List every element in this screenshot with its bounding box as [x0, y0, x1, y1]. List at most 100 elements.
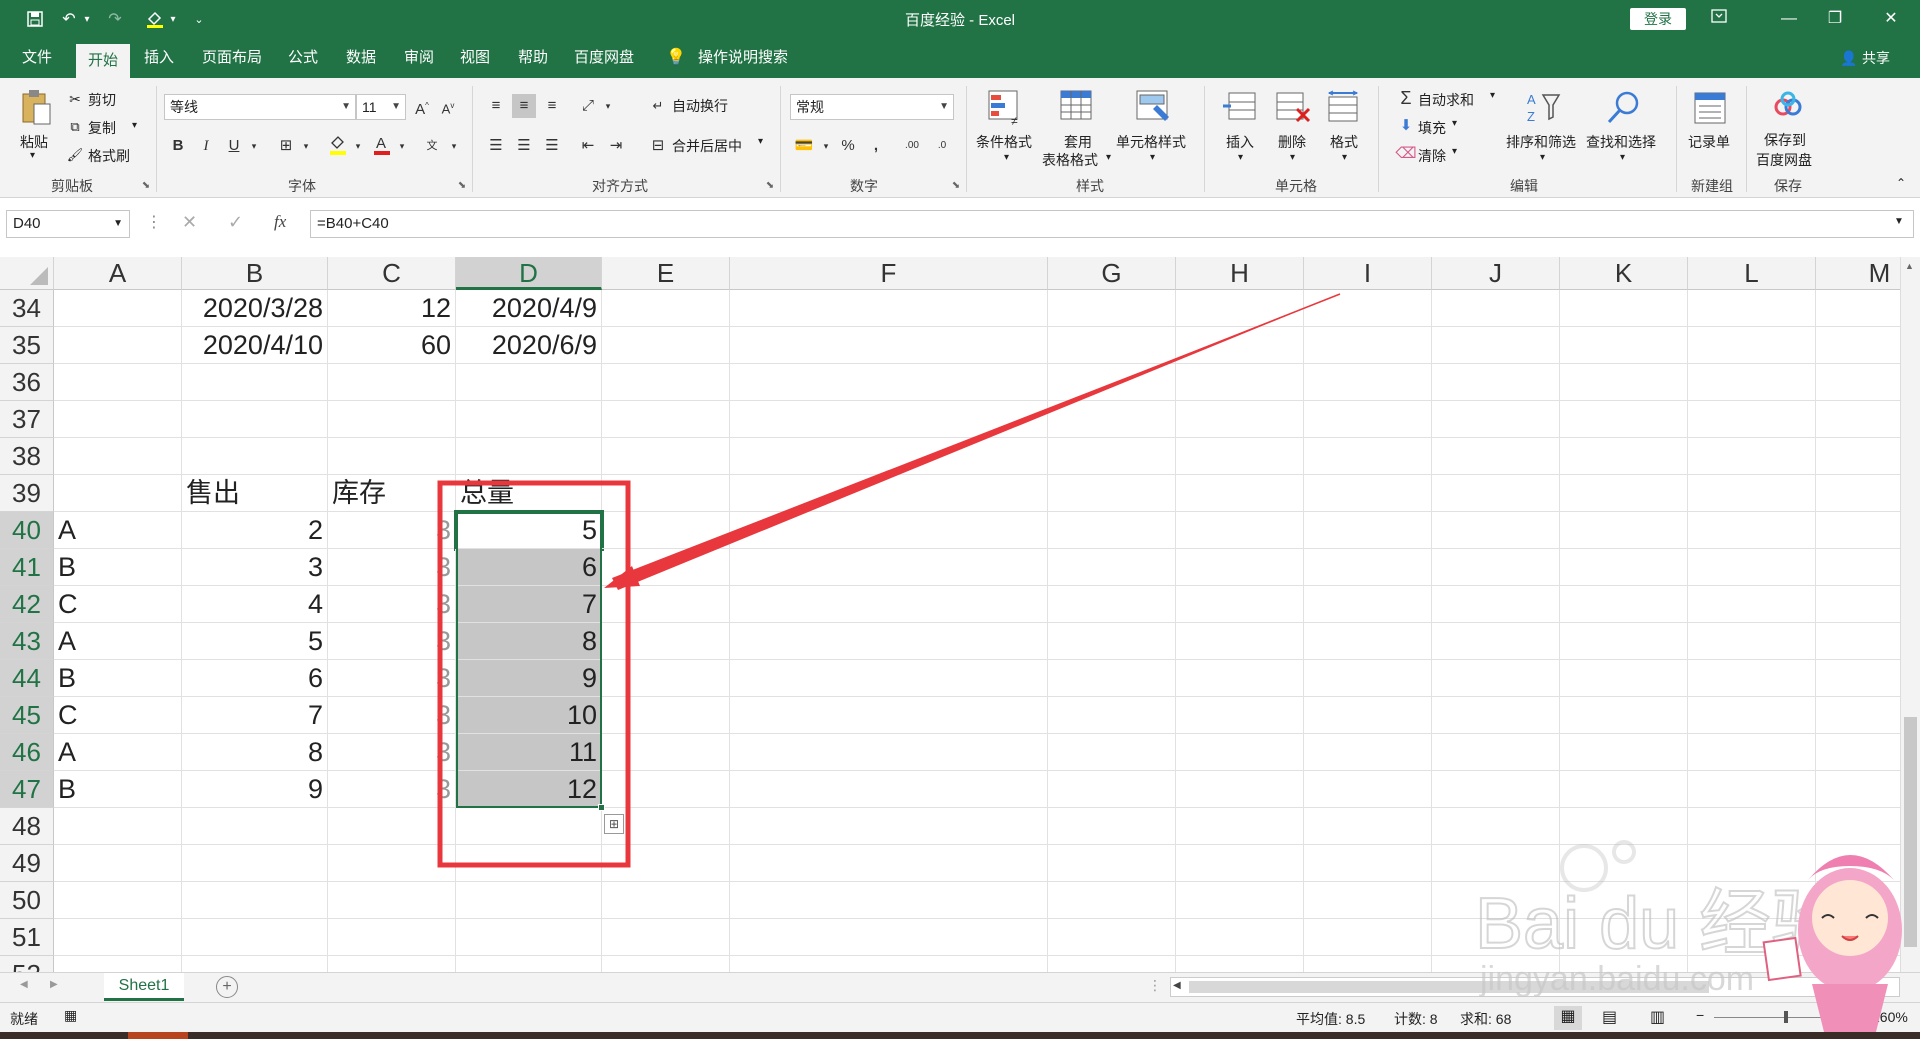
align-middle-icon[interactable]: ≡: [512, 94, 536, 118]
cell-d38[interactable]: [456, 438, 602, 475]
formula-input[interactable]: =B40+C40: [310, 210, 1914, 238]
cell-h41[interactable]: [1176, 549, 1304, 586]
row-header[interactable]: 43: [0, 623, 54, 660]
cell-e51[interactable]: [602, 919, 730, 956]
font-size-select[interactable]: 11 ▼: [356, 94, 406, 120]
cell-b40[interactable]: 2: [182, 512, 328, 549]
cell-b51[interactable]: [182, 919, 328, 956]
cell-d44[interactable]: 9: [456, 660, 602, 697]
cell-i49[interactable]: [1304, 845, 1432, 882]
cell-h51[interactable]: [1176, 919, 1304, 956]
close-icon[interactable]: ✕: [1876, 6, 1906, 32]
phonetic-dropdown-icon[interactable]: ▾: [442, 134, 466, 158]
minimize-icon[interactable]: —: [1774, 6, 1804, 32]
format-as-table-label-2[interactable]: 表格格式: [1042, 150, 1098, 170]
align-bottom-icon[interactable]: ≡: [540, 94, 564, 118]
cell-m50[interactable]: [1816, 882, 1900, 919]
cell-f52[interactable]: [730, 956, 1048, 972]
cell-h49[interactable]: [1176, 845, 1304, 882]
cell-b48[interactable]: [182, 808, 328, 845]
cell-e36[interactable]: [602, 364, 730, 401]
cell-d41[interactable]: 6: [456, 549, 602, 586]
tab-view[interactable]: 视图: [460, 38, 490, 78]
autosum-button[interactable]: 自动求和: [1418, 90, 1474, 110]
cell-k44[interactable]: [1560, 660, 1688, 697]
cell-g38[interactable]: [1048, 438, 1176, 475]
delete-cells-icon[interactable]: [1272, 88, 1312, 128]
cell-a38[interactable]: [54, 438, 182, 475]
cell-c35[interactable]: 60: [328, 327, 456, 364]
cell-l38[interactable]: [1688, 438, 1816, 475]
cell-f40[interactable]: [730, 512, 1048, 549]
cell-m34[interactable]: [1816, 290, 1900, 327]
fill-dropdown-icon[interactable]: ▾: [1452, 118, 1457, 129]
cell-c40[interactable]: 3: [328, 512, 456, 549]
column-header-d[interactable]: D: [456, 257, 602, 290]
row-header[interactable]: 45: [0, 697, 54, 734]
cell-m47[interactable]: [1816, 771, 1900, 808]
cell-h44[interactable]: [1176, 660, 1304, 697]
italic-icon[interactable]: I: [194, 134, 218, 158]
formula-options-icon[interactable]: ⋮: [146, 212, 162, 232]
decrease-decimal-icon[interactable]: .0: [930, 134, 954, 158]
cell-i41[interactable]: [1304, 549, 1432, 586]
row-header[interactable]: 48: [0, 808, 54, 845]
row-header[interactable]: 40: [0, 512, 54, 549]
cell-styles-icon[interactable]: [1134, 88, 1174, 128]
cell-m42[interactable]: [1816, 586, 1900, 623]
increase-font-icon[interactable]: A^: [410, 94, 434, 118]
column-header-f[interactable]: F: [730, 257, 1048, 290]
cell-e42[interactable]: [602, 586, 730, 623]
underline-dropdown-icon[interactable]: ▾: [242, 134, 266, 158]
cell-g43[interactable]: [1048, 623, 1176, 660]
spreadsheet-grid[interactable]: ABCDEFGHIJKLM 34 2020/3/28 12 2020/4/9 35 202…: [0, 257, 1900, 972]
orientation-dropdown-icon[interactable]: ▾: [596, 94, 620, 118]
cell-i52[interactable]: [1304, 956, 1432, 972]
cell-l44[interactable]: [1688, 660, 1816, 697]
cell-l36[interactable]: [1688, 364, 1816, 401]
cell-k45[interactable]: [1560, 697, 1688, 734]
column-header-j[interactable]: J: [1432, 257, 1560, 290]
cell-e52[interactable]: [602, 956, 730, 972]
cell-c49[interactable]: [328, 845, 456, 882]
cell-a50[interactable]: [54, 882, 182, 919]
row-header[interactable]: 38: [0, 438, 54, 475]
page-layout-view-icon[interactable]: ▤: [1602, 1007, 1617, 1027]
cell-b45[interactable]: 7: [182, 697, 328, 734]
cell-b41[interactable]: 3: [182, 549, 328, 586]
cell-f41[interactable]: [730, 549, 1048, 586]
cell-e44[interactable]: [602, 660, 730, 697]
delete-cells-button[interactable]: 删除: [1278, 132, 1306, 152]
cell-m49[interactable]: [1816, 845, 1900, 882]
cell-l39[interactable]: [1688, 475, 1816, 512]
autosum-icon[interactable]: Σ: [1394, 86, 1418, 110]
cell-m35[interactable]: [1816, 327, 1900, 364]
accounting-dropdown-icon[interactable]: ▾: [814, 134, 838, 158]
cell-j47[interactable]: [1432, 771, 1560, 808]
cell-c38[interactable]: [328, 438, 456, 475]
cell-a34[interactable]: [54, 290, 182, 327]
tell-me-search[interactable]: 操作说明搜索: [698, 38, 788, 78]
cell-j36[interactable]: [1432, 364, 1560, 401]
macro-record-icon[interactable]: ▦: [64, 1007, 77, 1024]
cell-d45[interactable]: 10: [456, 697, 602, 734]
cell-d35[interactable]: 2020/6/9: [456, 327, 602, 364]
column-header-m[interactable]: M: [1816, 257, 1900, 290]
copy-dropdown-icon[interactable]: ▾: [132, 120, 137, 131]
page-break-view-icon[interactable]: ▥: [1650, 1007, 1665, 1027]
cell-e35[interactable]: [602, 327, 730, 364]
add-sheet-icon[interactable]: +: [216, 976, 238, 998]
cell-m52[interactable]: [1816, 956, 1900, 972]
format-as-table-dropdown-icon[interactable]: ▾: [1106, 152, 1111, 163]
align-top-icon[interactable]: ≡: [484, 94, 508, 118]
tab-page-layout[interactable]: 页面布局: [202, 38, 262, 78]
tab-split-handle[interactable]: ⋮: [1148, 977, 1162, 994]
cell-g39[interactable]: [1048, 475, 1176, 512]
cell-g49[interactable]: [1048, 845, 1176, 882]
cell-i36[interactable]: [1304, 364, 1432, 401]
insert-cells-icon[interactable]: [1220, 88, 1260, 128]
font-launcher-icon[interactable]: ⬊: [456, 180, 468, 192]
column-header-h[interactable]: H: [1176, 257, 1304, 290]
tab-home[interactable]: 开始: [76, 44, 131, 78]
format-cells-button[interactable]: 格式: [1330, 132, 1358, 152]
